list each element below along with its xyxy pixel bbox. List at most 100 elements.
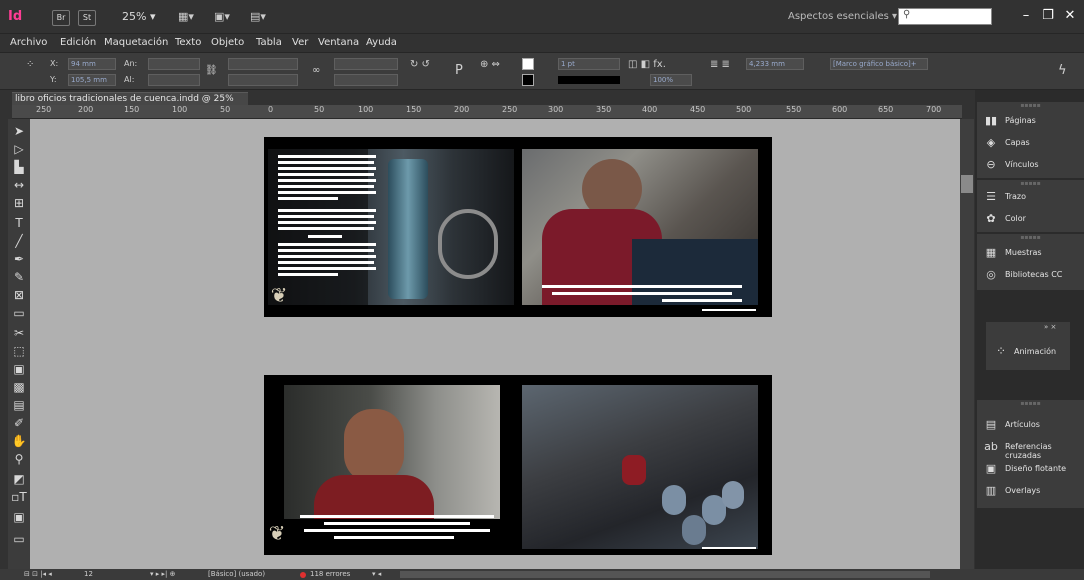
fill-stroke-swap-icon[interactable]: ◩ (11, 471, 27, 487)
panel-item-vinculos[interactable]: ⊖ Vínculos (977, 154, 1084, 176)
menu-texto[interactable]: Texto (175, 37, 201, 48)
rotation-angle-field[interactable] (334, 58, 398, 70)
menu-ventana[interactable]: Ventana (318, 37, 359, 48)
height-field[interactable] (148, 74, 200, 86)
menu-objeto[interactable]: Objeto (211, 37, 244, 48)
width-field[interactable] (148, 58, 200, 70)
photo-workshop-interior[interactable] (522, 385, 758, 549)
page-tool-icon[interactable]: ▙ (11, 159, 27, 175)
align-icons[interactable]: ≣ ≣ (710, 59, 730, 70)
close-button[interactable]: ✕ (1058, 6, 1082, 26)
selection-tool-icon[interactable]: ➤ (11, 123, 27, 139)
reference-point-icon[interactable]: ⁘ (26, 59, 34, 70)
spread-2[interactable]: ❦ (264, 375, 772, 555)
eyedropper-tool-icon[interactable]: ✐ (11, 415, 27, 431)
arrange-documents-icon[interactable]: ▤▾ (250, 10, 272, 24)
search-input[interactable]: ⚲ (898, 8, 992, 25)
panel-grip[interactable]: ▪▪▪▪▪ (977, 400, 1084, 407)
panel-item-trazo[interactable]: ☰ Trazo (977, 186, 1084, 208)
panel-grip[interactable]: ▪▪▪▪▪ (977, 102, 1084, 109)
menu-tabla[interactable]: Tabla (256, 37, 282, 48)
gap-tool-icon[interactable]: ↔ (11, 177, 27, 193)
menu-ver[interactable]: Ver (292, 37, 308, 48)
view-options-icon[interactable]: ▦▾ (178, 10, 200, 24)
menu-maquetacion[interactable]: Maquetación (104, 37, 168, 48)
restore-button[interactable]: ❐ (1036, 6, 1060, 26)
panel-item-bibliotecas-cc[interactable]: ◎ Bibliotecas CC (977, 264, 1084, 286)
zoom-level-dropdown[interactable]: 25% ▾ (122, 10, 155, 23)
menu-archivo[interactable]: Archivo (10, 37, 47, 48)
rectangle-tool-icon[interactable]: ▭ (11, 305, 27, 321)
pencil-tool-icon[interactable]: ✎ (11, 269, 27, 285)
panel-label: Color (1005, 214, 1026, 223)
horizontal-scrollbar[interactable] (400, 571, 930, 578)
screen-mode-tool-icon[interactable]: ▭ (11, 531, 27, 547)
scissors-tool-icon[interactable]: ✂ (11, 325, 27, 341)
photo-craftsman-hammering[interactable] (522, 149, 758, 305)
page-navigation-icons[interactable]: ⊟ ⊡ |◂ ◂ (24, 570, 52, 578)
pen-tool-icon[interactable]: ✒ (11, 251, 27, 267)
direct-selection-tool-icon[interactable]: ▷ (11, 141, 27, 157)
collapse-close-icon[interactable]: » × (1044, 323, 1056, 331)
formatting-affects-icon[interactable]: ▫T (11, 489, 27, 505)
workspace-dropdown[interactable]: Aspectos esenciales ▾ (788, 11, 897, 22)
select-container-icon[interactable]: ⊕ ⇔ (480, 59, 500, 70)
flip-icon[interactable]: P (455, 63, 463, 78)
stroke-swatch-icon[interactable] (522, 74, 534, 86)
stroke-weight-field[interactable]: 1 pt (558, 58, 620, 70)
minimize-button[interactable]: – (1014, 6, 1038, 26)
free-transform-tool-icon[interactable]: ⬚ (11, 343, 27, 359)
preflight-errors[interactable]: 118 errores (310, 570, 350, 578)
panel-item-overlays[interactable]: ▥ Overlays (977, 480, 1084, 502)
spread-1[interactable]: ❦ (264, 137, 772, 317)
rotate-icon[interactable]: ↻ ↺ (410, 59, 430, 70)
menu-ayuda[interactable]: Ayuda (366, 37, 397, 48)
y-position-field[interactable]: 105,5 mm (68, 74, 116, 86)
panel-item-paginas[interactable]: ▮▮ Páginas (977, 110, 1084, 132)
photo-workshop-machine[interactable] (268, 149, 514, 305)
x-position-field[interactable]: 94 mm (68, 58, 116, 70)
object-style-dropdown[interactable]: [Marco gráfico básico]+ (830, 58, 928, 70)
opacity-field[interactable]: 100% (650, 74, 692, 86)
scale-x-field[interactable] (228, 58, 298, 70)
frame-fitting-icon[interactable]: ◫ ◧ fx. (628, 59, 666, 70)
fill-swatch-icon[interactable] (522, 58, 534, 70)
next-page-icons[interactable]: ▾ ▸ ▸| ⊕ (150, 570, 175, 578)
type-tool-icon[interactable]: T (11, 215, 27, 231)
panel-item-articulos[interactable]: ▤ Artículos (977, 414, 1084, 436)
horizontal-ruler[interactable]: 250 200 150 100 50 0 50 100 150 200 250 … (12, 105, 962, 119)
menu-edicion[interactable]: Edición (60, 37, 96, 48)
zoom-tool-icon[interactable]: ⚲ (11, 451, 27, 467)
scale-y-field[interactable] (228, 74, 298, 86)
panel-grip[interactable]: ▪▪▪▪▪ (977, 234, 1084, 241)
preflight-menu-icon[interactable]: ▾ ◂ (372, 570, 381, 578)
stock-button[interactable]: St (78, 10, 96, 26)
gradient-swatch-tool-icon[interactable]: ▣ (11, 361, 27, 377)
page-number-field[interactable]: 12 (84, 570, 93, 578)
content-collector-icon[interactable]: ⊞ (11, 195, 27, 211)
panel-item-capas[interactable]: ◈ Capas (977, 132, 1084, 154)
pasteboard-canvas[interactable]: ❦ ❦ (30, 119, 960, 569)
panel-item-referencias-cruzadas[interactable]: ab Referencias cruzadas (977, 436, 1084, 460)
screen-mode-icon[interactable]: ▣▾ (214, 10, 236, 24)
gradient-feather-tool-icon[interactable]: ▩ (11, 379, 27, 395)
rectangle-frame-tool-icon[interactable]: ⊠ (11, 287, 27, 303)
vertical-scrollbar-thumb[interactable] (961, 175, 973, 193)
line-tool-icon[interactable]: ╱ (11, 233, 27, 249)
stroke-offset-field[interactable]: 4,233 mm (746, 58, 804, 70)
note-tool-icon[interactable]: ▤ (11, 397, 27, 413)
master-page-indicator[interactable]: [Básico] (usado) (208, 570, 265, 578)
panel-item-animacion[interactable]: Animación (1014, 347, 1056, 356)
photo-craftsman-portrait[interactable] (284, 385, 500, 519)
stroke-type-dropdown[interactable] (558, 76, 620, 84)
lock-icon[interactable]: ∞ (312, 65, 320, 76)
hand-tool-icon[interactable]: ✋ (11, 433, 27, 449)
normal-view-icon[interactable]: ▣ (11, 509, 27, 525)
bridge-button[interactable]: Br (52, 10, 70, 26)
shear-angle-field[interactable] (334, 74, 398, 86)
panel-item-color[interactable]: ✿ Color (977, 208, 1084, 230)
panel-item-diseno-flotante[interactable]: ▣ Diseño flotante (977, 458, 1084, 480)
constrain-proportions-icon[interactable]: ⛓ (205, 65, 218, 76)
panel-item-muestras[interactable]: ▦ Muestras (977, 242, 1084, 264)
quick-apply-icon[interactable]: ϟ (1058, 63, 1067, 78)
